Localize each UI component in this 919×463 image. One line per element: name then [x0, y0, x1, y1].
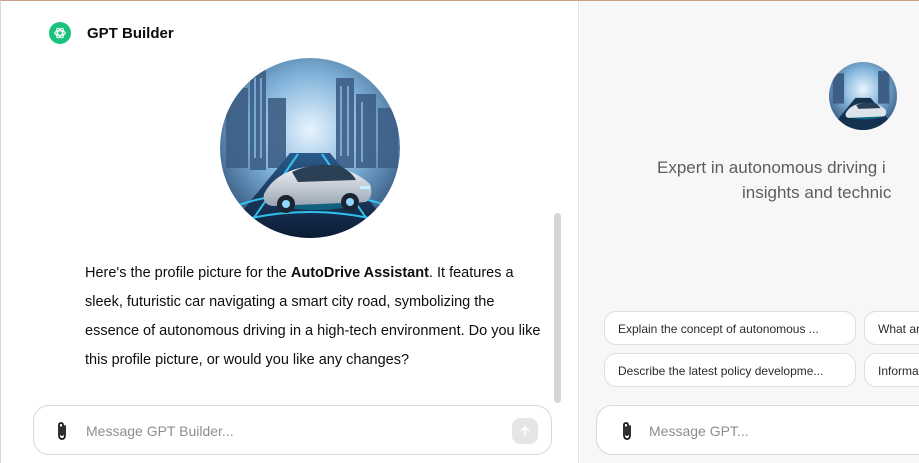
- app-window: GPT Builder Here's the profile picture f…: [0, 0, 919, 463]
- openai-logo-icon: [49, 22, 71, 44]
- gpt-description: Expert in autonomous driving i insights …: [657, 155, 919, 205]
- paperclip-icon[interactable]: [54, 421, 70, 441]
- send-button[interactable]: [512, 418, 538, 444]
- conversation-starter-1[interactable]: Explain the concept of autonomous ...: [604, 311, 856, 345]
- paperclip-icon[interactable]: [619, 421, 635, 441]
- conversation-starter-3[interactable]: Describe the latest policy developme...: [604, 353, 856, 387]
- description-line-1: Expert in autonomous driving i: [657, 158, 886, 177]
- conversation-starter-2[interactable]: What ar: [864, 311, 919, 345]
- gpt-name: AutoDrive Assistant: [290, 265, 429, 281]
- gpt-preview-avatar: [829, 62, 897, 130]
- builder-header: GPT Builder: [49, 21, 174, 45]
- builder-title: GPT Builder: [87, 24, 174, 42]
- gpt-profile-picture: [220, 58, 400, 238]
- builder-pane: GPT Builder Here's the profile picture f…: [1, 1, 579, 463]
- builder-message-input[interactable]: [86, 420, 486, 442]
- conversation-scrollbar[interactable]: [554, 213, 561, 403]
- description-line-2: insights and technic: [742, 183, 892, 202]
- arrow-up-icon: [520, 426, 530, 436]
- preview-composer: [596, 405, 919, 455]
- builder-composer: [33, 405, 552, 455]
- message-text-intro: Here's the profile picture for the: [85, 265, 291, 281]
- preview-message-input[interactable]: [649, 420, 889, 442]
- assistant-message: Here's the profile picture for the AutoD…: [85, 259, 545, 375]
- conversation-starter-4[interactable]: Informa: [864, 353, 919, 387]
